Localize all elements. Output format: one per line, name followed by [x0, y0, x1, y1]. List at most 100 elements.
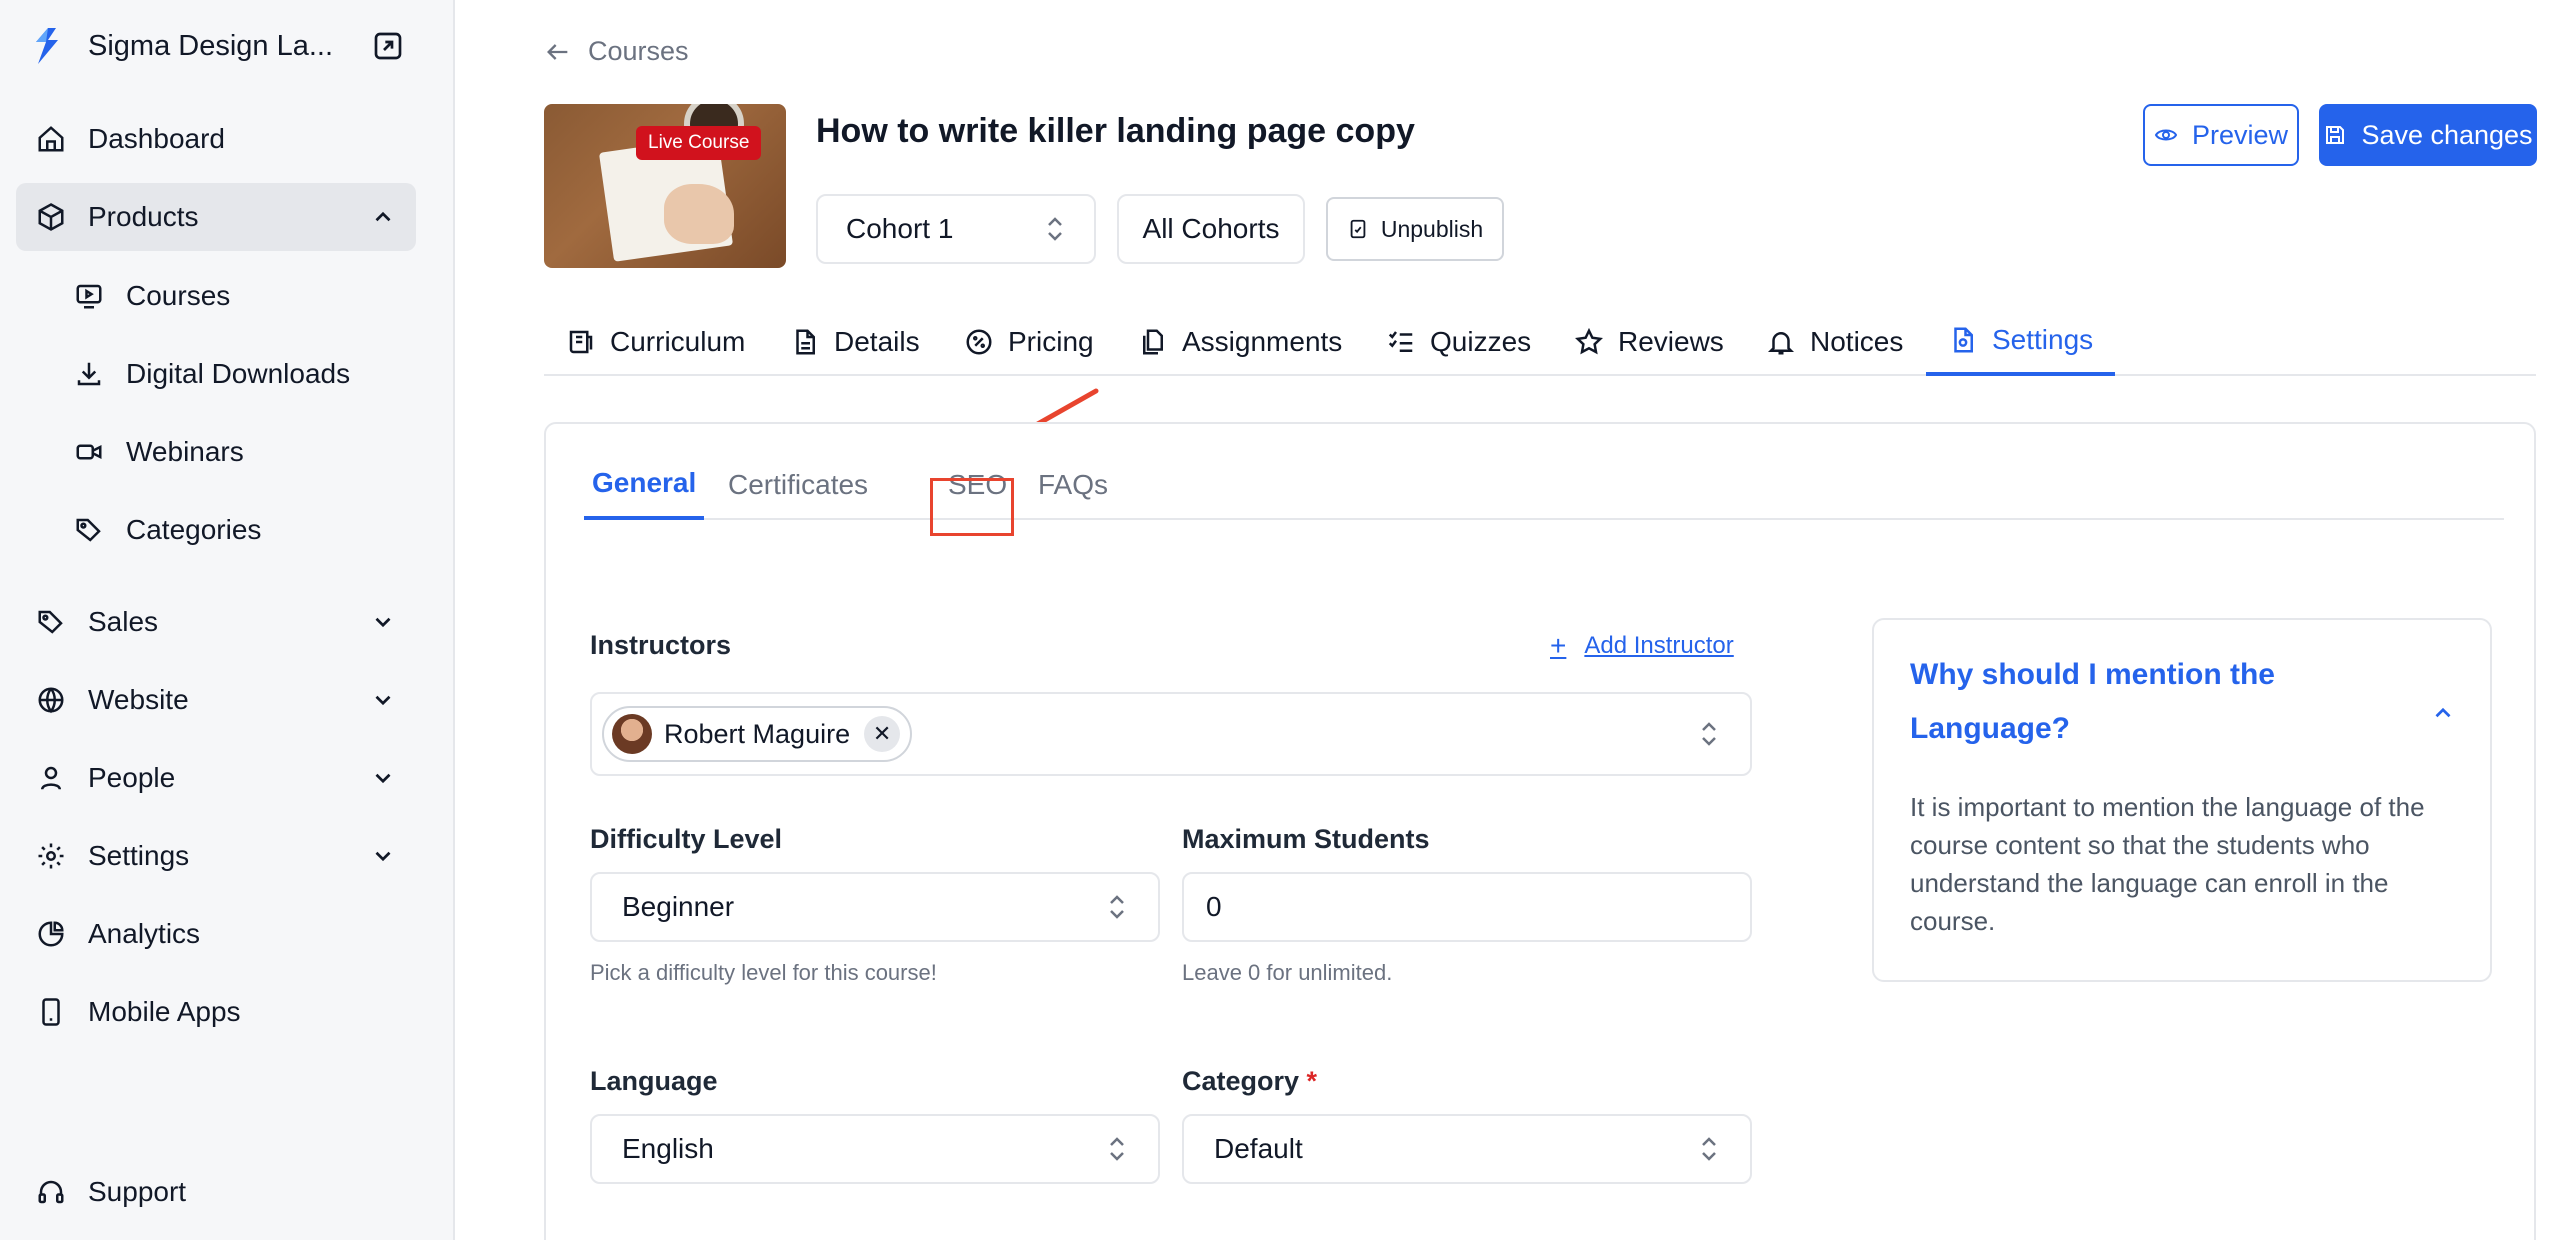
nav-label: Products: [88, 201, 199, 232]
nav-label: Digital Downloads: [126, 358, 351, 389]
main-content: Courses Live Course How to write killer …: [544, 0, 2537, 1240]
instructor-name: Robert Maguire: [664, 718, 851, 749]
tags-icon: [76, 518, 101, 542]
nav-dashboard[interactable]: Dashboard: [16, 105, 416, 173]
chevron-down-icon: [375, 695, 391, 706]
chevron-up-icon[interactable]: [2430, 700, 2456, 726]
all-cohorts-button[interactable]: All Cohorts: [1117, 194, 1305, 264]
tab-label: Settings: [1992, 324, 2094, 355]
tab-settings[interactable]: Settings: [1926, 308, 2116, 376]
live-course-badge: Live Course: [636, 126, 762, 160]
difficulty-label: Difficulty Level: [590, 824, 783, 854]
external-link-icon[interactable]: [372, 30, 404, 62]
nav-mobile-apps[interactable]: Mobile Apps: [16, 978, 416, 1046]
tab-curriculum[interactable]: Curriculum: [566, 308, 745, 376]
difficulty-value: Beginner: [622, 891, 735, 922]
nav-support[interactable]: Support: [16, 1158, 416, 1226]
remove-instructor-icon[interactable]: ✕: [864, 716, 901, 752]
nav-label: Mobile Apps: [88, 996, 241, 1027]
cohort-select[interactable]: Cohort 1: [816, 194, 1096, 264]
avatar: [612, 714, 652, 754]
language-select[interactable]: English: [590, 1114, 1160, 1184]
nav-products[interactable]: Products: [16, 183, 416, 251]
subtab-label: General: [592, 467, 697, 498]
subtab-faqs[interactable]: FAQs: [1038, 450, 1108, 520]
nav-courses[interactable]: Courses: [74, 266, 230, 326]
save-changes-button[interactable]: Save changes: [2319, 104, 2537, 166]
required-asterisk: *: [1306, 1066, 1318, 1096]
nav-label: People: [88, 762, 176, 793]
mobile-icon: [42, 998, 60, 1026]
instructors-label: Instructors: [590, 630, 732, 660]
star-icon: [1575, 327, 1603, 355]
sidebar: Sigma Design La... Dashboard Products Co…: [0, 0, 455, 1240]
chevron-down-icon: [375, 773, 391, 784]
tab-quizzes[interactable]: Quizzes: [1386, 308, 1531, 376]
brand-logo-icon: [36, 28, 58, 64]
nav-label: Analytics: [88, 918, 201, 949]
nav-analytics[interactable]: Analytics: [16, 900, 416, 968]
nav-people[interactable]: People: [16, 744, 416, 812]
language-label: Language: [590, 1066, 718, 1096]
video-icon: [76, 444, 102, 460]
file-text-icon: [796, 329, 815, 355]
subtab-certificates[interactable]: Certificates: [728, 450, 868, 520]
nav-label: Dashboard: [88, 123, 225, 154]
monitor-icon: [76, 284, 102, 309]
difficulty-select[interactable]: Beginner: [590, 872, 1160, 942]
chevron-down-icon: [375, 851, 391, 862]
nav-categories[interactable]: Categories: [74, 500, 261, 560]
tab-label: Notices: [1810, 326, 1904, 357]
back-label: Courses: [588, 36, 689, 66]
nav-label: Website: [88, 684, 189, 715]
category-select[interactable]: Default: [1182, 1114, 1752, 1184]
nav-label: Webinars: [126, 436, 244, 467]
subtab-label: FAQs: [1038, 469, 1109, 500]
nav-digital-downloads[interactable]: Digital Downloads: [74, 344, 350, 404]
max-students-help: Leave 0 for unlimited.: [1182, 960, 1393, 985]
info-title[interactable]: Why should I mention the Language?: [1910, 648, 2390, 756]
nav-sales[interactable]: Sales: [16, 588, 416, 656]
category-label: Category *: [1182, 1066, 1317, 1097]
tab-pricing[interactable]: Pricing: [964, 308, 1094, 376]
unpublish-label: Unpublish: [1380, 215, 1484, 242]
box-icon: [38, 203, 64, 231]
tab-notices[interactable]: Notices: [1766, 308, 1903, 376]
preview-button[interactable]: Preview: [2143, 104, 2299, 166]
max-students-value: 0: [1206, 891, 1222, 922]
all-cohorts-label: All Cohorts: [1142, 213, 1280, 244]
files-icon: [1143, 329, 1163, 355]
globe-icon: [38, 687, 64, 714]
eye-icon: [2154, 129, 2178, 141]
settings-subtabs: General Certificates SEO FAQs: [584, 450, 2504, 536]
chevron-up-down-icon: [1110, 1137, 1124, 1161]
checklist-icon: [1388, 331, 1413, 352]
pie-chart-icon: [38, 921, 64, 947]
nav-website[interactable]: Website: [16, 666, 416, 734]
chevron-up-icon: [375, 211, 391, 222]
instructors-select[interactable]: Robert Maguire ✕: [590, 692, 1752, 776]
nav-webinars[interactable]: Webinars: [74, 422, 244, 482]
chevron-up-down-icon: [1702, 1137, 1716, 1161]
tab-label: Details: [834, 326, 920, 357]
tab-label: Pricing: [1008, 326, 1094, 357]
nav-settings[interactable]: Settings: [16, 822, 416, 890]
brand[interactable]: Sigma Design La...: [34, 26, 404, 66]
floppy-disk-icon: [2326, 126, 2345, 144]
info-body: It is important to mention the language …: [1910, 792, 2425, 936]
nav-label: Settings: [88, 840, 190, 871]
back-link[interactable]: Courses: [544, 36, 689, 67]
unpublish-button[interactable]: Unpublish: [1326, 197, 1504, 261]
tab-assignments[interactable]: Assignments: [1138, 308, 1342, 376]
tab-label: Reviews: [1618, 326, 1724, 357]
max-students-input[interactable]: 0: [1182, 872, 1752, 942]
add-instructor-link[interactable]: + Add Instructor: [1550, 630, 1734, 662]
add-instructor-label: Add Instructor: [1584, 632, 1734, 659]
nav-label: Sales: [88, 606, 159, 637]
subtab-general[interactable]: General: [584, 450, 705, 520]
chevron-up-down-icon: [1702, 722, 1716, 746]
tab-details[interactable]: Details: [790, 308, 920, 376]
tab-reviews[interactable]: Reviews: [1574, 308, 1724, 376]
nav-label: Support: [88, 1176, 187, 1207]
course-thumbnail: Live Course: [544, 104, 786, 268]
